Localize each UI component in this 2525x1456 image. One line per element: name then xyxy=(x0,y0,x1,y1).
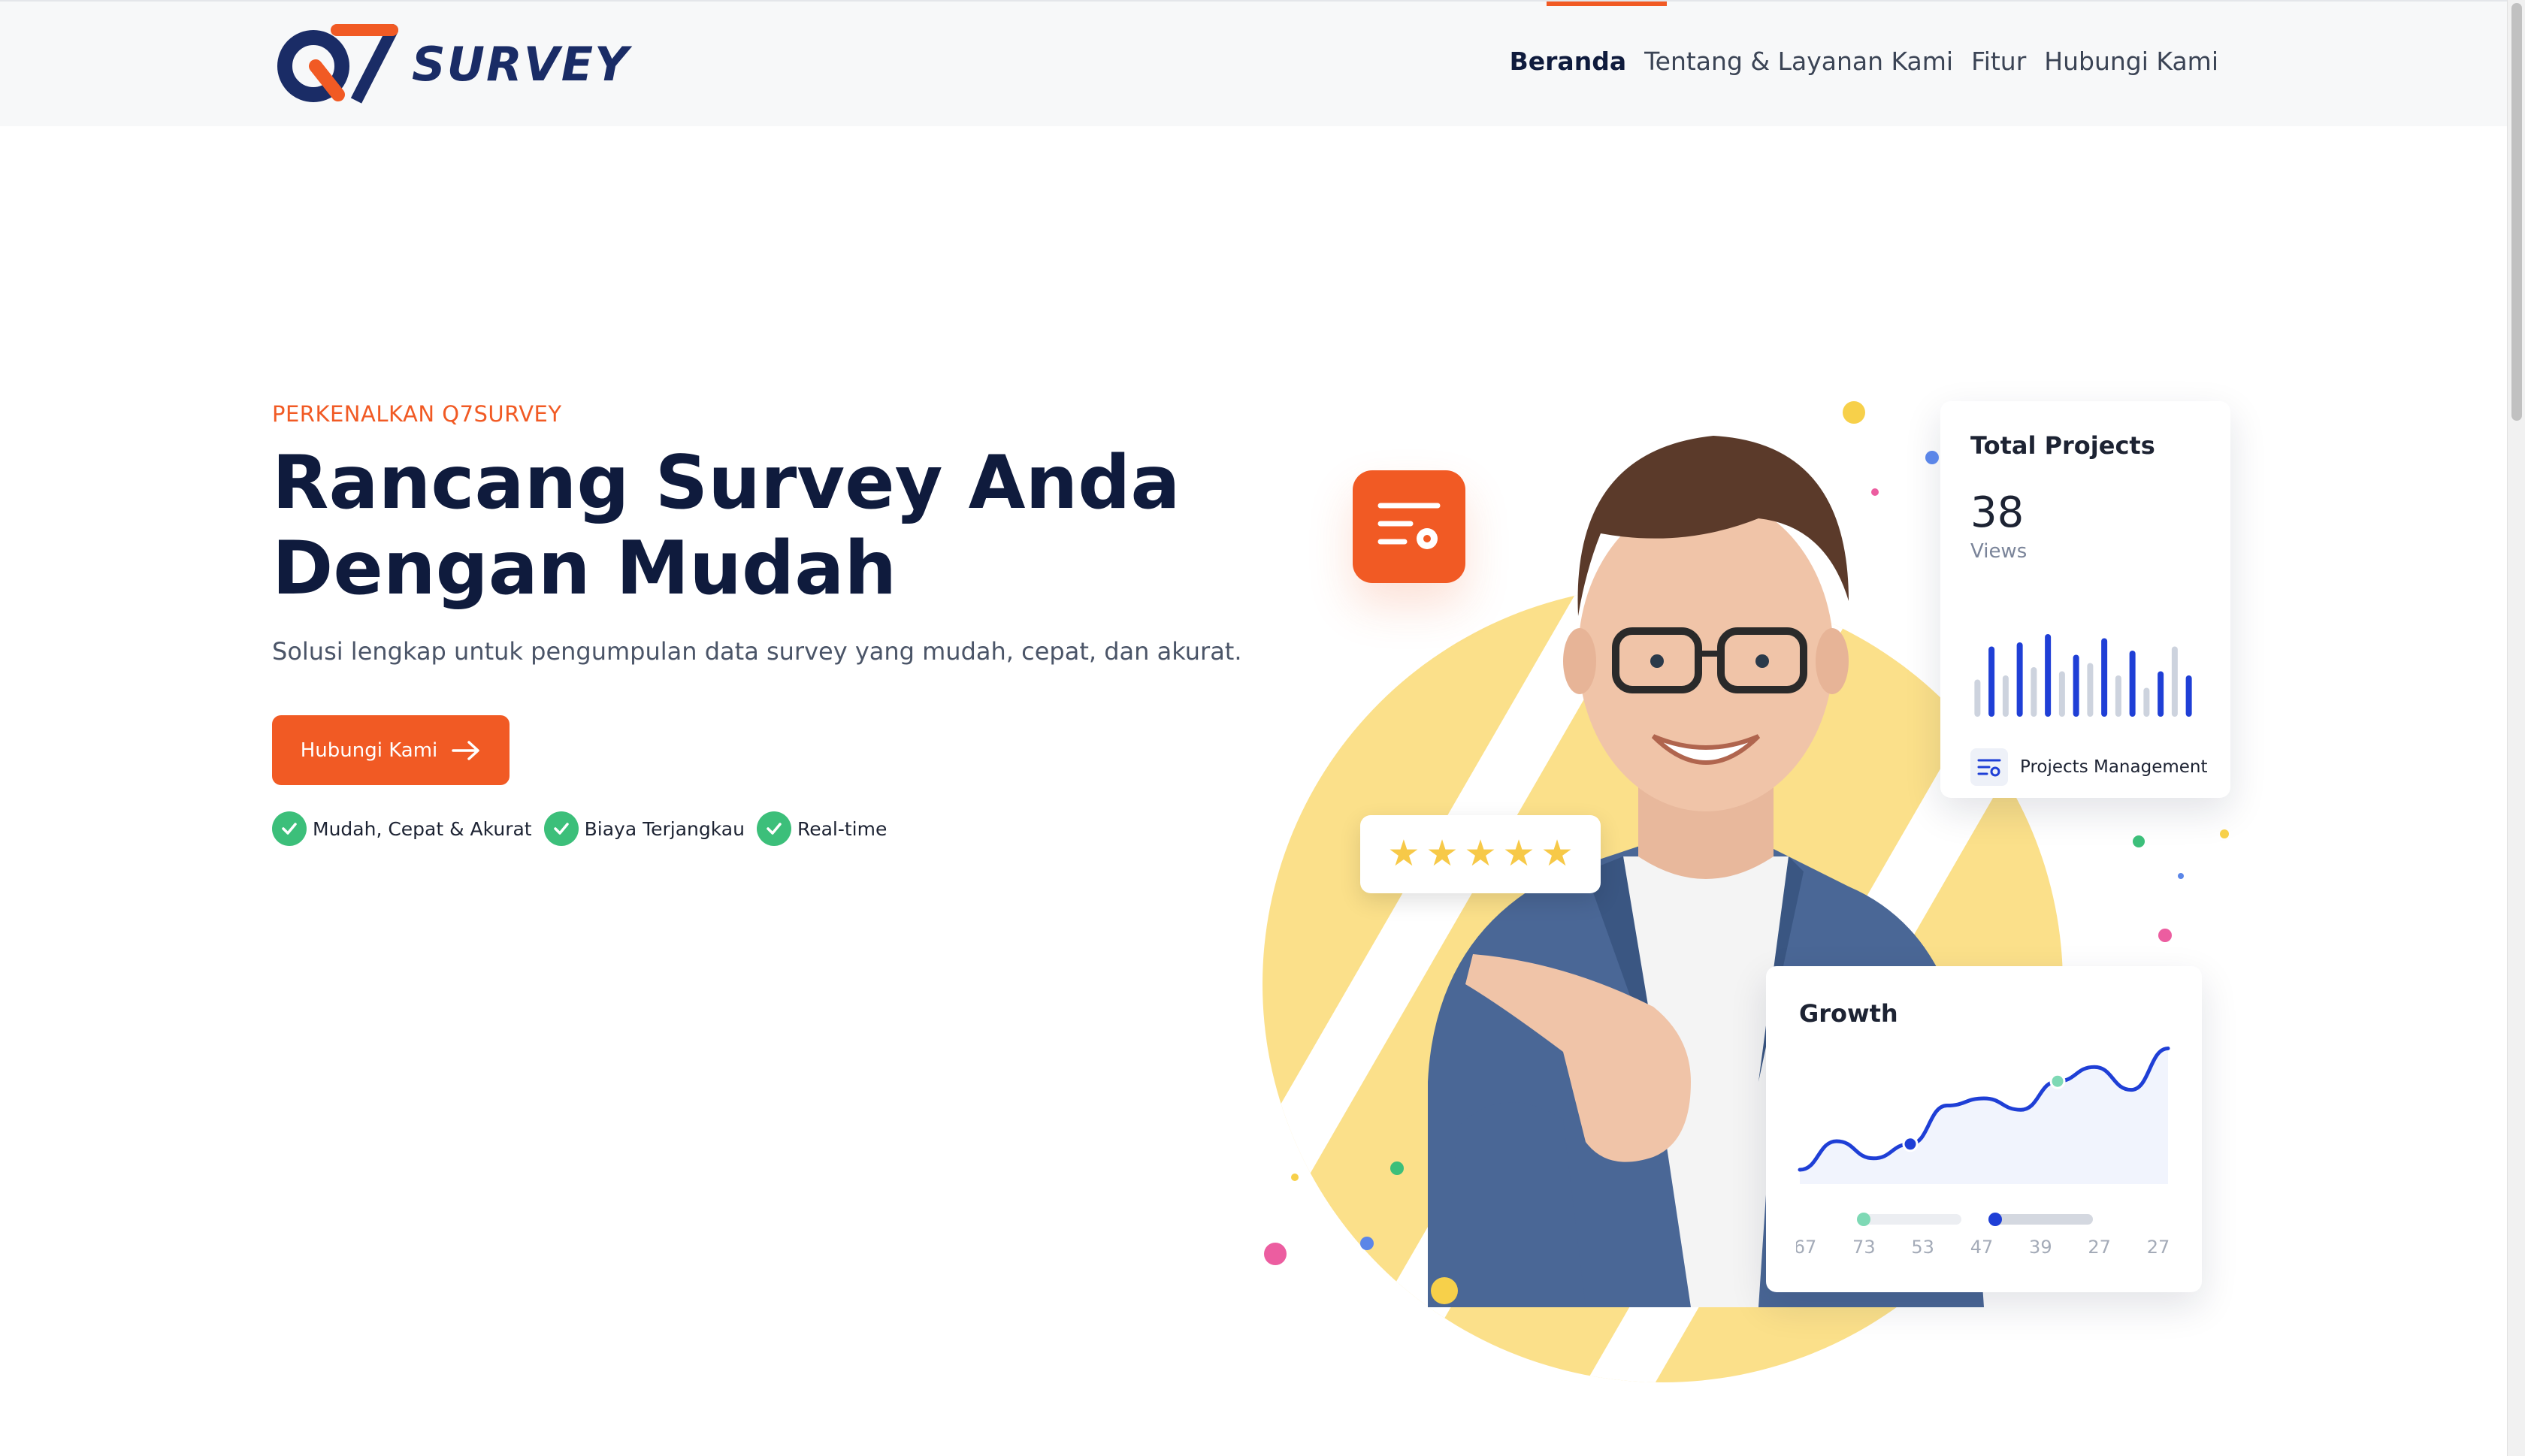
views-bar xyxy=(2031,667,2037,717)
decor-dot xyxy=(1291,1174,1299,1181)
views-bar xyxy=(2115,675,2121,717)
hero-eyebrow: PERKENALKAN Q7SURVEY xyxy=(272,401,562,427)
hero-subtitle: Solusi lengkap untuk pengumpulan data su… xyxy=(272,637,1242,666)
projects-management-link[interactable]: Projects Management xyxy=(1970,748,2208,786)
growth-card-title: Growth xyxy=(1799,999,1898,1028)
q7-logo-icon xyxy=(277,24,398,104)
main-nav: Beranda Tentang & Layanan Kami Fitur Hub… xyxy=(1510,47,2218,76)
contact-button[interactable]: Hubungi Kami xyxy=(272,715,510,785)
views-bar xyxy=(2002,675,2009,717)
progress-dot xyxy=(1988,1213,2002,1226)
views-bar xyxy=(1988,646,1995,717)
views-bar xyxy=(2101,638,2108,717)
views-bar xyxy=(2129,651,2136,717)
growth-x-label: 39 xyxy=(2029,1237,2052,1258)
feature-label: Mudah, Cepat & Akurat xyxy=(313,817,532,840)
star-icon: ★ xyxy=(1541,834,1574,874)
progress-track xyxy=(1864,1214,1961,1225)
contact-button-label: Hubungi Kami xyxy=(300,739,438,762)
navbar: SURVEY Beranda Tentang & Layanan Kami Fi… xyxy=(0,0,2507,126)
views-bar xyxy=(2143,687,2150,717)
logo[interactable]: SURVEY xyxy=(272,23,630,105)
check-icon xyxy=(272,811,307,846)
progress-track xyxy=(1995,1214,2093,1225)
growth-line-chart: 67 73 53 47 39 27 27 xyxy=(1796,1047,2170,1258)
growth-x-label: 47 xyxy=(1970,1237,1994,1258)
headline-line-1: Rancang Survey Anda xyxy=(272,440,1181,526)
views-bar xyxy=(2045,634,2052,717)
nav-item-beranda[interactable]: Beranda xyxy=(1510,47,1626,76)
logo-text: SURVEY xyxy=(412,36,630,92)
star-icon: ★ xyxy=(1426,834,1459,874)
check-icon xyxy=(756,811,791,846)
progress-dot xyxy=(1857,1213,1870,1226)
star-icon: ★ xyxy=(1464,834,1497,874)
projects-count: 38 xyxy=(1970,488,2025,537)
star-icon: ★ xyxy=(1387,834,1420,874)
growth-x-label: 67 xyxy=(1796,1237,1816,1258)
arrow-right-icon xyxy=(452,740,480,760)
page-scrollbar[interactable] xyxy=(2507,0,2525,1456)
feature-label: Real-time xyxy=(797,817,888,840)
views-bar xyxy=(2171,646,2178,717)
growth-point xyxy=(1902,1136,1919,1152)
views-bar xyxy=(2087,663,2094,717)
views-bar xyxy=(2016,642,2023,717)
views-bar xyxy=(2185,675,2192,717)
check-icon xyxy=(543,811,579,846)
feature-list: Mudah, Cepat & Akurat Biaya Terjangkau R… xyxy=(272,811,891,846)
views-bar xyxy=(2058,671,2065,717)
feature-item: Mudah, Cepat & Akurat xyxy=(272,811,532,846)
decor-dot xyxy=(2158,929,2172,942)
decor-dot xyxy=(1390,1161,1404,1175)
projects-unit: Views xyxy=(1970,540,2028,563)
headline-line-2: Dengan Mudah xyxy=(272,526,897,612)
list-settings-icon xyxy=(1970,748,2008,786)
views-bar xyxy=(2073,654,2079,717)
views-bar xyxy=(2158,671,2164,717)
decor-dot xyxy=(1264,1243,1287,1265)
decor-dot xyxy=(1431,1277,1458,1304)
hero-illustration: ★ ★ ★ ★ ★ Total Projects 38 Views Projec… xyxy=(1247,376,2254,1382)
nav-item-hubungi[interactable]: Hubungi Kami xyxy=(2044,47,2218,76)
total-projects-card: Total Projects 38 Views Projects Managem… xyxy=(1940,401,2230,798)
decor-dot xyxy=(1843,401,1865,424)
growth-x-label: 53 xyxy=(1911,1237,1934,1258)
growth-point xyxy=(2049,1073,2066,1089)
nav-item-fitur[interactable]: Fitur xyxy=(1971,47,2026,76)
feature-label: Biaya Terjangkau xyxy=(584,817,745,840)
star-icon: ★ xyxy=(1502,834,1535,874)
growth-card: Growth 67 73 53 47 39 27 27 xyxy=(1766,966,2202,1292)
growth-x-label: 27 xyxy=(2147,1237,2170,1258)
views-bar xyxy=(1974,679,1981,717)
scrollbar-thumb[interactable] xyxy=(2511,3,2522,421)
nav-item-tentang[interactable]: Tentang & Layanan Kami xyxy=(1644,47,1953,76)
feature-item: Real-time xyxy=(756,811,888,846)
growth-x-label: 27 xyxy=(2088,1237,2111,1258)
hero-headline: Rancang Survey Anda Dengan Mudah xyxy=(272,440,1249,612)
feature-item: Biaya Terjangkau xyxy=(543,811,745,846)
growth-x-label: 73 xyxy=(1852,1237,1876,1258)
decor-dot xyxy=(1871,488,1879,496)
growth-area xyxy=(1800,1048,2168,1184)
decor-dot xyxy=(2178,873,2184,879)
nav-active-indicator xyxy=(1547,2,1667,6)
decor-dot xyxy=(1360,1237,1374,1250)
projects-management-label: Projects Management xyxy=(2020,757,2208,777)
rating-card: ★ ★ ★ ★ ★ xyxy=(1360,815,1601,893)
decor-dot xyxy=(2220,829,2229,838)
projects-card-title: Total Projects xyxy=(1970,431,2155,460)
decor-dot xyxy=(1925,451,1939,464)
decor-dot xyxy=(2133,835,2145,847)
survey-settings-icon xyxy=(1353,470,1465,583)
views-mini-bar-chart xyxy=(1974,634,2192,717)
